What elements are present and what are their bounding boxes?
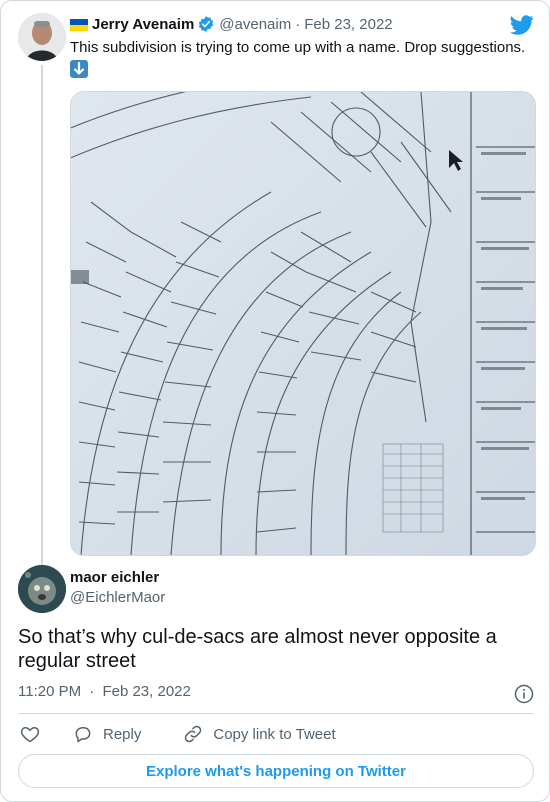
- reply-bubble-icon: [75, 727, 91, 743]
- action-bar: Reply Copy link to Tweet: [18, 722, 534, 746]
- separator-dot: ·: [295, 15, 301, 33]
- plat-map-drawing: [71, 92, 535, 555]
- verified-badge-icon: [197, 15, 215, 33]
- divider: [18, 713, 534, 714]
- tweet-text-content: This subdivision is trying to come up wi…: [70, 39, 526, 56]
- tweet-date[interactable]: Feb 23, 2022: [304, 16, 392, 33]
- reply-date[interactable]: Feb 23, 2022: [102, 683, 190, 700]
- down-arrow-emoji-icon: [70, 60, 88, 79]
- heart-icon: [20, 727, 40, 743]
- tweet-text: This subdivision is trying to come up wi…: [70, 38, 534, 79]
- reply-author-name[interactable]: maor eichler: [70, 568, 165, 588]
- info-icon[interactable]: [514, 684, 534, 704]
- reply-header: maor eichler @EichlerMaor: [70, 568, 165, 608]
- reply-button[interactable]: Reply: [73, 724, 141, 744]
- tweet-header: Jerry Avenaim @avenaim · Feb 23, 2022: [70, 13, 534, 35]
- author-handle[interactable]: @avenaim: [219, 16, 291, 33]
- copy-link-label: Copy link to Tweet: [213, 725, 336, 743]
- reply-time[interactable]: 11:20 PM: [18, 683, 81, 700]
- copy-link-button[interactable]: Copy link to Tweet: [183, 724, 336, 744]
- explore-label: Explore what's happening on Twitter: [146, 762, 406, 780]
- link-icon: [185, 725, 202, 743]
- separator-dot: ·: [89, 683, 95, 700]
- tweet-embed-card: Jerry Avenaim @avenaim · Feb 23, 2022 Th…: [0, 0, 550, 802]
- like-button[interactable]: [20, 724, 40, 744]
- reply-avatar[interactable]: [18, 565, 66, 613]
- subdivision-plat-map-image[interactable]: [70, 91, 536, 556]
- explore-twitter-button[interactable]: Explore what's happening on Twitter: [18, 754, 534, 788]
- reply-label: Reply: [103, 725, 142, 743]
- tweet-meta: 11:20 PM · Feb 23, 2022: [18, 683, 534, 704]
- parent-tweet-body: Jerry Avenaim @avenaim · Feb 23, 2022 Th…: [70, 13, 534, 79]
- reply-author-handle[interactable]: @EichlerMaor: [70, 588, 165, 608]
- twitter-bird-icon[interactable]: [510, 13, 534, 37]
- ukraine-flag-icon: [70, 18, 88, 31]
- author-name[interactable]: Jerry Avenaim: [92, 16, 194, 33]
- avatar[interactable]: [18, 13, 66, 61]
- reply-text: So that’s why cul-de-sacs are almost nev…: [18, 626, 497, 672]
- thread-connector-line: [41, 65, 43, 570]
